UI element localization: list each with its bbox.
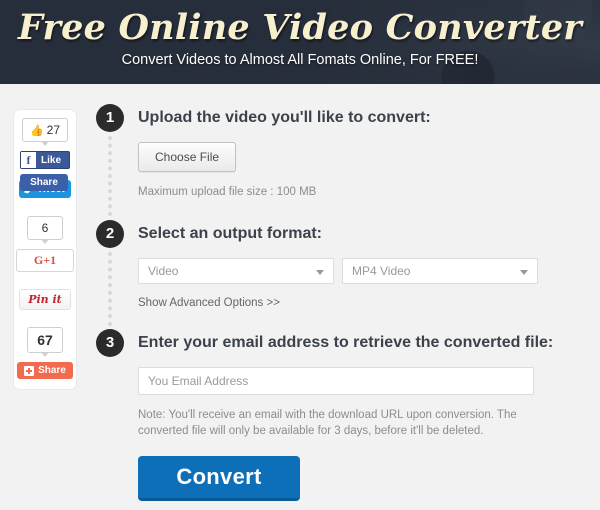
addthis-share-button[interactable]: Share	[17, 362, 73, 379]
step-2-badge: 2	[96, 220, 124, 248]
page-body: 👍 27 f Like Tweet Share 6 G+1 Pin it 67 …	[0, 84, 600, 510]
page-tagline: Convert Videos to Almost All Fomats Onli…	[121, 52, 479, 68]
googleplus-count-bubble: 6	[27, 216, 63, 244]
step-2-connector	[108, 252, 116, 326]
step-2-body: Video MP4 Video Show Advanced Options >>	[138, 248, 566, 311]
format-type-select[interactable]: MP4 Video	[342, 258, 538, 284]
chevron-down-icon	[520, 270, 528, 275]
googleplus-count: 6	[41, 221, 49, 235]
step-1-connector	[108, 136, 116, 216]
step-1-body: Choose File Maximum upload file size : 1…	[138, 132, 566, 198]
step-2-title: Select an output format:	[138, 225, 323, 242]
email-input[interactable]	[138, 367, 534, 395]
facebook-like-label: Like	[41, 154, 62, 166]
step-format: 2 Select an output format: Video MP4 Vid…	[96, 220, 566, 326]
social-share-rail: 👍 27 f Like Tweet Share 6 G+1 Pin it 67 …	[14, 110, 76, 389]
format-type-value: MP4 Video	[352, 264, 411, 278]
pinterest-pin-it-button[interactable]: Pin it	[19, 289, 71, 310]
addthis-share-label: Share	[38, 365, 66, 376]
step-3-badge: 3	[96, 329, 124, 357]
twitter-share-stack: Tweet Share	[19, 174, 71, 200]
step-upload: 1 Upload the video you'll like to conver…	[96, 104, 566, 216]
choose-file-button[interactable]: Choose File	[138, 142, 237, 172]
format-category-select[interactable]: Video	[138, 258, 334, 284]
step-3-body: Note: You'll receive an email with the d…	[138, 357, 566, 501]
format-category-value: Video	[148, 264, 179, 278]
header-content: Free Online Video Converter Convert Vide…	[0, 0, 600, 70]
convert-button[interactable]: Convert	[138, 456, 300, 501]
facebook-like-button[interactable]: f Like	[20, 151, 70, 169]
plus-square-icon	[24, 365, 35, 376]
twitter-share-button[interactable]: Share	[20, 174, 68, 191]
step-email: 3 Enter your email address to retrieve t…	[96, 329, 566, 501]
thumbs-up-icon: 👍	[29, 124, 44, 137]
max-upload-size-hint: Maximum upload file size : 100 MB	[138, 186, 317, 198]
addthis-count: 67	[37, 332, 53, 348]
chevron-down-icon	[316, 270, 324, 275]
step-1-title: Upload the video you'll like to convert:	[138, 109, 431, 126]
googleplus-plusone-button[interactable]: G+1	[16, 249, 74, 272]
show-advanced-options-link[interactable]: Show Advanced Options >>	[138, 297, 280, 309]
conversion-note: Note: You'll receive an email with the d…	[138, 409, 517, 437]
step-1-badge: 1	[96, 104, 124, 132]
conversion-steps: 1 Upload the video you'll like to conver…	[96, 104, 566, 501]
facebook-like-count: 27	[46, 123, 61, 137]
site-header: Free Online Video Converter Convert Vide…	[0, 0, 600, 84]
facebook-f-icon: f	[21, 152, 36, 168]
page-title: Free Online Video Converter	[18, 7, 582, 48]
facebook-like-count-bubble: 👍 27	[21, 118, 69, 146]
step-3-title: Enter your email address to retrieve the…	[138, 334, 554, 351]
addthis-count-bubble: 67	[27, 327, 63, 357]
format-selects: Video MP4 Video	[138, 258, 566, 284]
